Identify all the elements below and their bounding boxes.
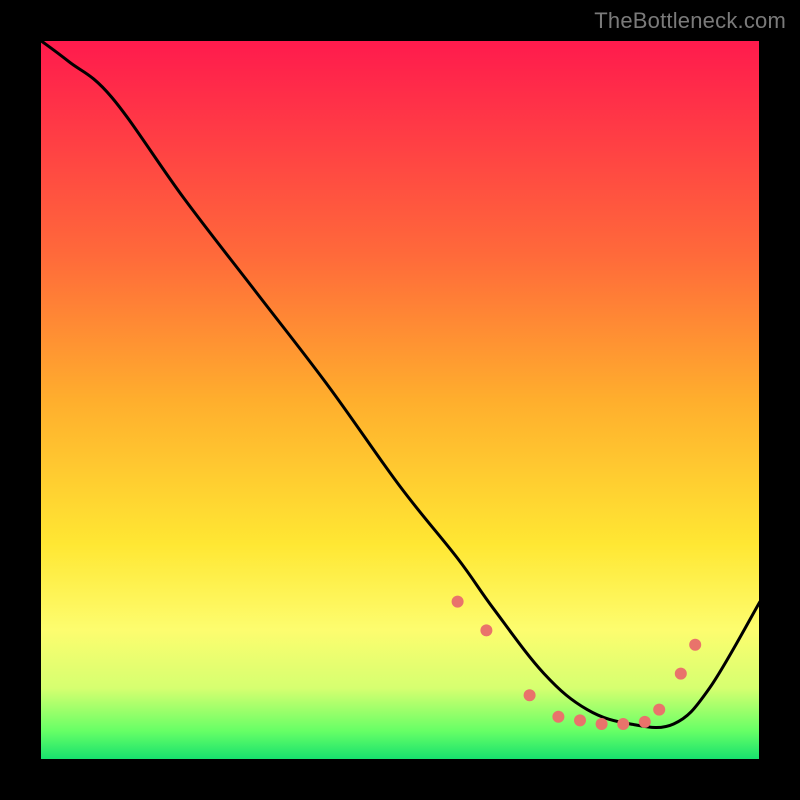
data-point: [480, 624, 492, 636]
data-point: [653, 704, 665, 716]
data-point: [574, 714, 586, 726]
curve-line: [40, 40, 760, 728]
data-point: [675, 668, 687, 680]
data-point: [552, 711, 564, 723]
data-point: [452, 596, 464, 608]
data-point: [596, 718, 608, 730]
plot-area: [40, 40, 760, 760]
data-point: [689, 639, 701, 651]
data-point: [639, 716, 651, 728]
data-point: [617, 718, 629, 730]
data-point: [524, 689, 536, 701]
watermark-text: TheBottleneck.com: [594, 8, 786, 34]
plot-svg: [40, 40, 760, 760]
chart-frame: TheBottleneck.com: [0, 0, 800, 800]
